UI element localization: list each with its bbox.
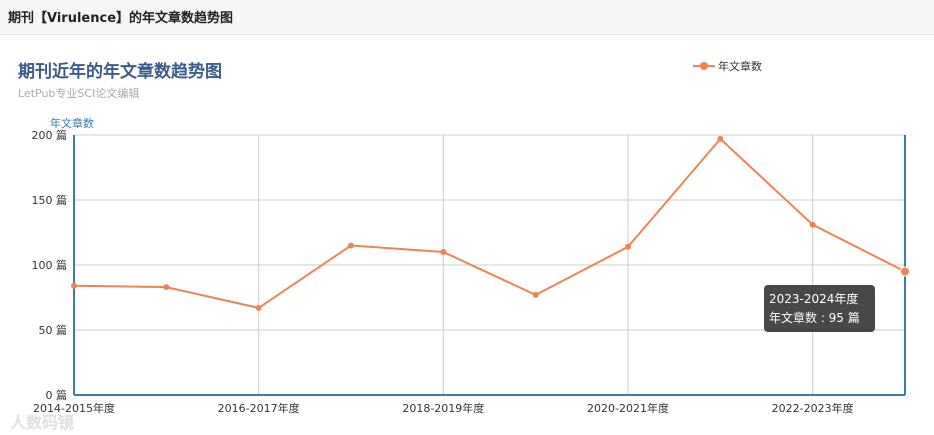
- y-tick-label: 100 篇: [32, 258, 68, 272]
- data-point: [809, 221, 816, 228]
- x-tick-label: 2022-2023年度: [772, 401, 854, 415]
- line-chart: 年文章数 0 篇50 篇100 篇150 篇200 篇2014-2015年度 20…: [32, 116, 910, 415]
- watermark: 人数码镜: [10, 413, 75, 432]
- data-point: [625, 243, 631, 250]
- tooltip-value: 年文章数 : 95 篇: [769, 311, 860, 325]
- y-tick-label: 150 篇: [32, 193, 68, 207]
- chart-tooltip: 2023-2024年度 年文章数 : 95 篇: [764, 285, 875, 332]
- y-tick-label: 200 篇: [32, 128, 68, 142]
- data-point: [348, 242, 354, 249]
- data-point: [532, 291, 539, 298]
- data-point: [71, 282, 77, 289]
- data-point: [717, 135, 724, 142]
- x-tick-label: 2016-2017年度: [218, 401, 300, 415]
- series-line: [73, 137, 906, 309]
- data-point: [255, 304, 262, 311]
- grid-layer: [74, 134, 905, 395]
- data-point: [163, 284, 170, 291]
- data-point: [900, 266, 910, 277]
- data-point: [440, 249, 447, 255]
- y-axis-title: 年文章数: [50, 116, 94, 130]
- y-tick-label: 0 篇: [46, 388, 68, 402]
- x-tick-label: 2018-2019年度: [402, 401, 484, 415]
- y-tick-label: 50 篇: [39, 323, 68, 337]
- x-tick-label: 2020-2021年度: [587, 401, 669, 415]
- tooltip-title: 2023-2024年度: [769, 292, 859, 306]
